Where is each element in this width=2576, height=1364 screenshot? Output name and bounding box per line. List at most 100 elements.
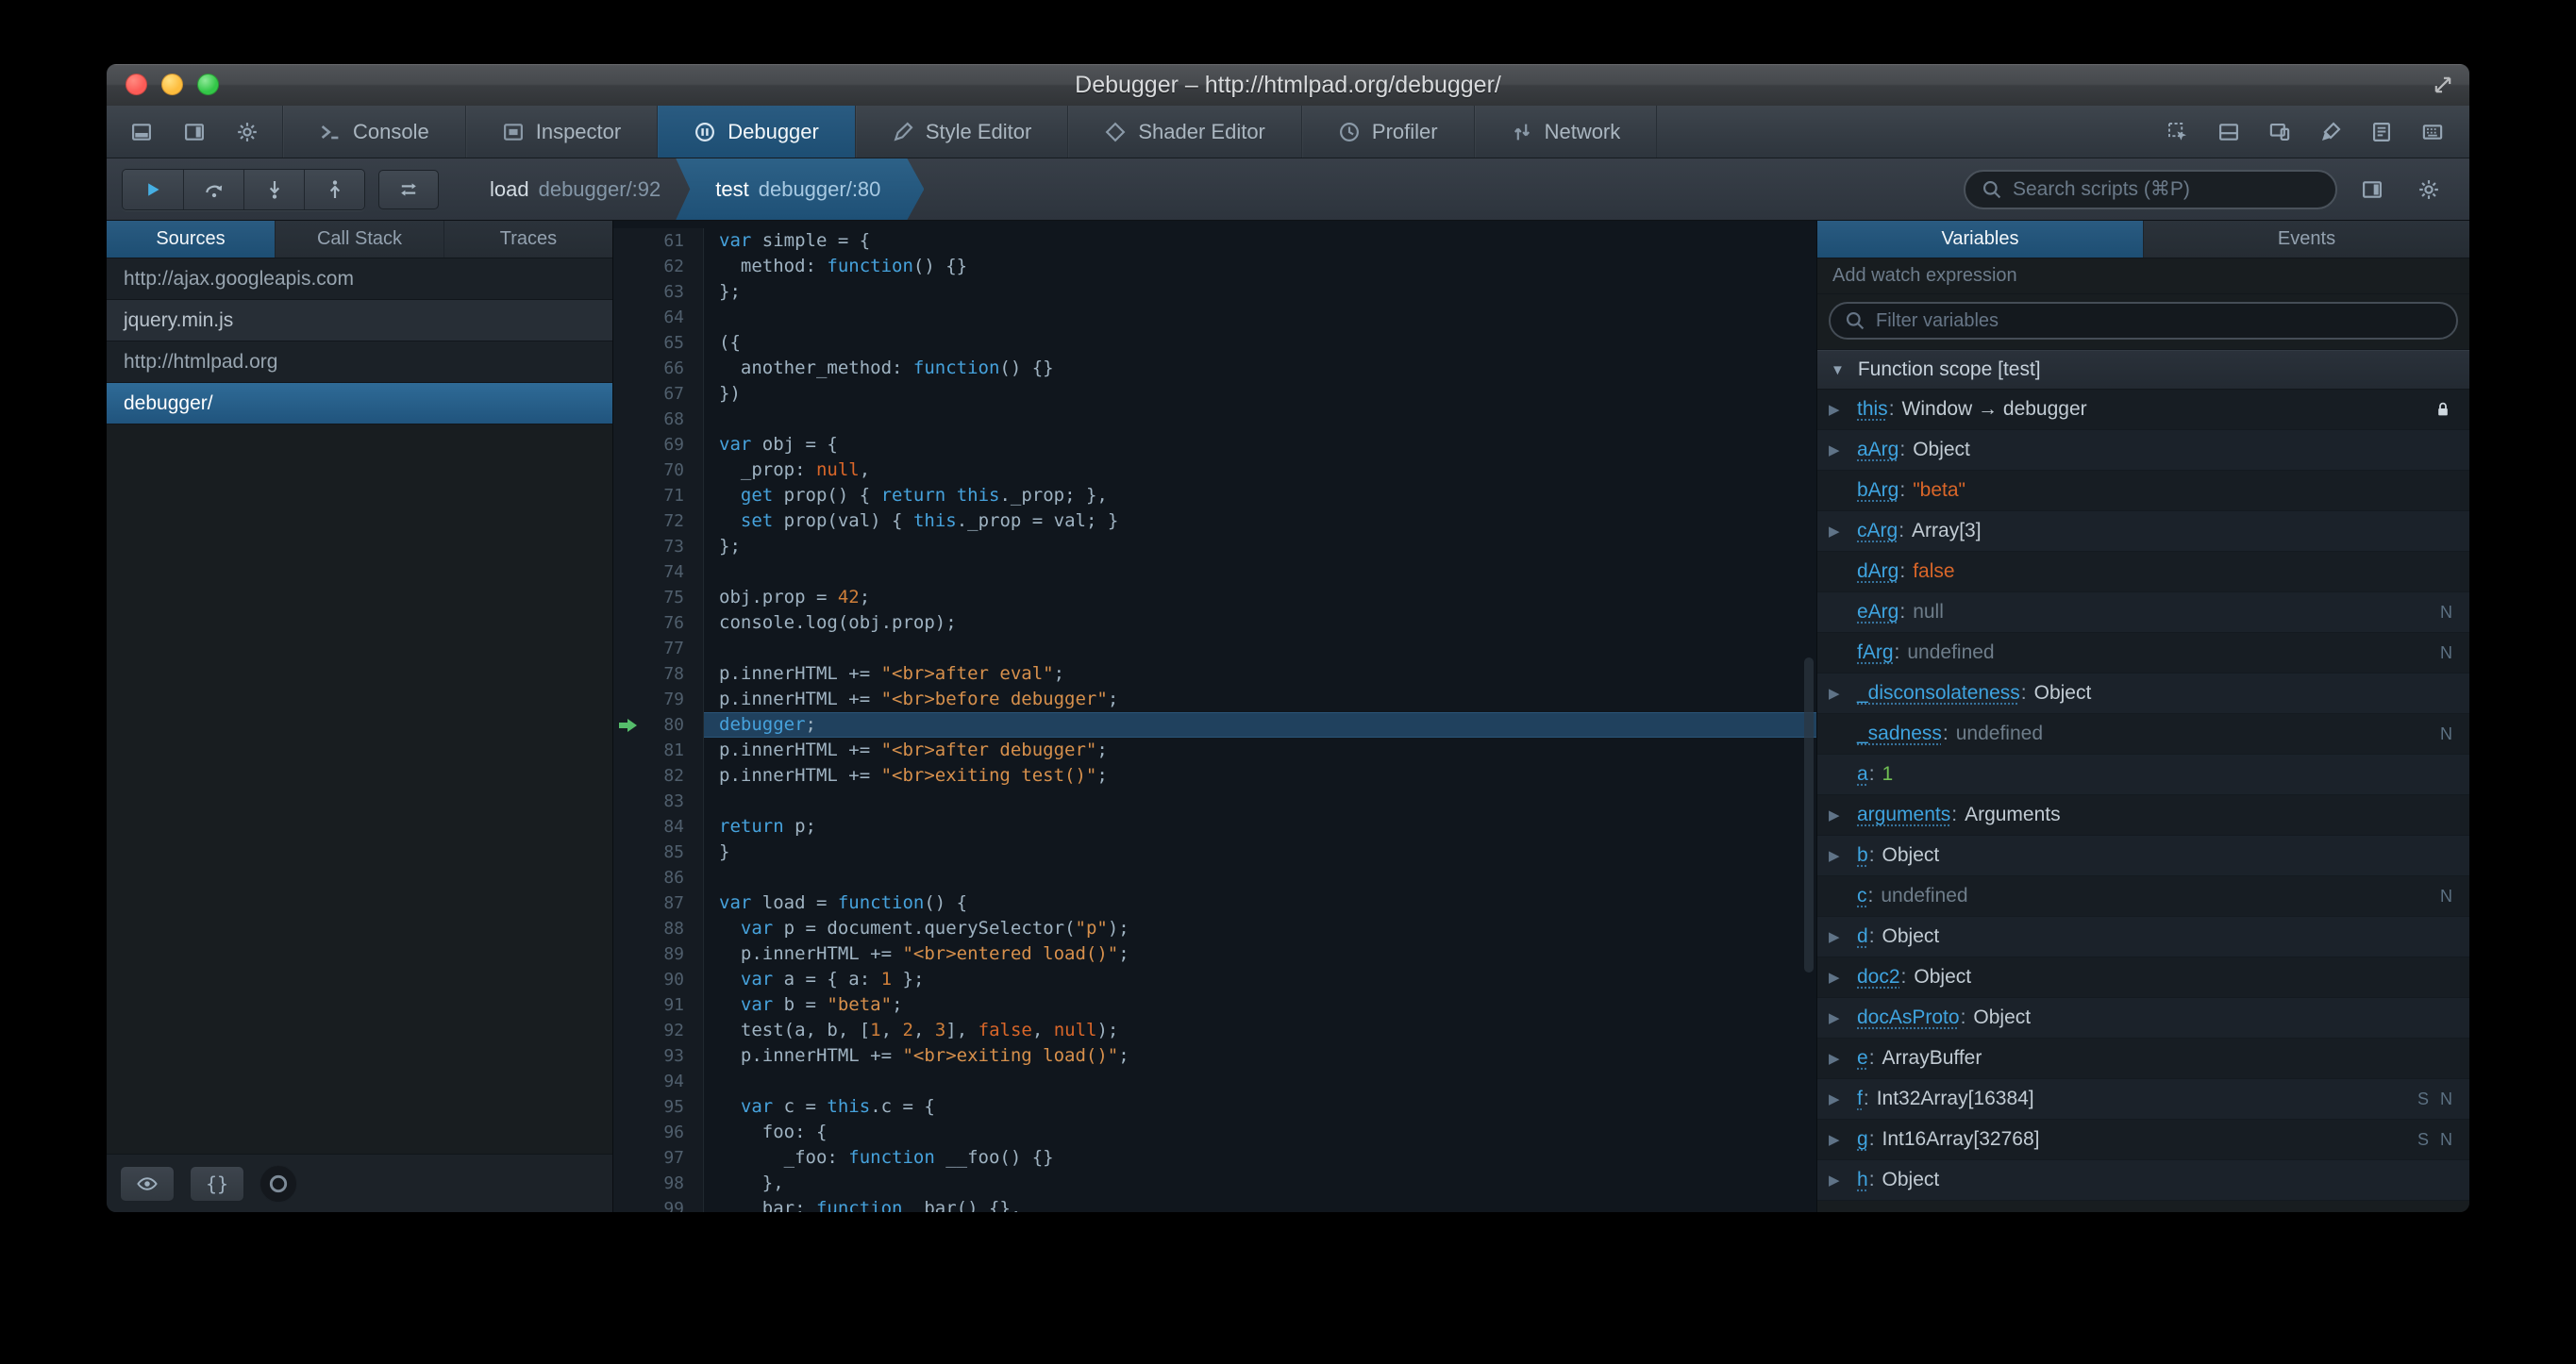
- code-line[interactable]: 77: [613, 636, 1816, 661]
- tab-sources[interactable]: Sources: [107, 221, 275, 258]
- line-number[interactable]: 66: [613, 356, 704, 381]
- line-number[interactable]: 97: [613, 1145, 704, 1171]
- code-line[interactable]: 93 p.innerHTML += "<br>exiting load()";: [613, 1043, 1816, 1069]
- tab-inspector[interactable]: Inspector: [466, 106, 659, 158]
- line-number[interactable]: 96: [613, 1120, 704, 1145]
- code-line[interactable]: 88 var p = document.querySelector("p");: [613, 916, 1816, 941]
- titlebar[interactable]: Debugger – http://htmlpad.org/debugger/: [107, 64, 2469, 106]
- expand-arrow-icon[interactable]: ▶: [1829, 441, 1857, 458]
- line-number[interactable]: 82: [613, 763, 704, 789]
- source-item[interactable]: http://ajax.googleapis.com: [107, 258, 612, 300]
- tab-console[interactable]: Console: [283, 106, 466, 158]
- code-line[interactable]: 72 set prop(val) { this._prop = val; }: [613, 508, 1816, 534]
- line-number[interactable]: 70: [613, 457, 704, 483]
- variable-row[interactable]: ▶ b: Object: [1817, 836, 2469, 876]
- code-line[interactable]: 65 ({: [613, 330, 1816, 356]
- tab-style-editor[interactable]: Style Editor: [856, 106, 1069, 158]
- source-item[interactable]: debugger/: [107, 383, 612, 424]
- line-number[interactable]: 80: [613, 712, 704, 738]
- line-number[interactable]: 90: [613, 967, 704, 992]
- expand-arrow-icon[interactable]: ▶: [1829, 807, 1857, 823]
- code-line[interactable]: 95 var c = this.c = {: [613, 1094, 1816, 1120]
- line-number[interactable]: 64: [613, 305, 704, 330]
- line-number[interactable]: 95: [613, 1094, 704, 1120]
- line-number[interactable]: 69: [613, 432, 704, 457]
- expand-arrow-icon[interactable]: ▶: [1829, 1050, 1857, 1067]
- toggle-panes-button[interactable]: [378, 169, 439, 209]
- code-line[interactable]: 83: [613, 789, 1816, 814]
- code-line[interactable]: 87 var load = function() {: [613, 890, 1816, 916]
- code-line[interactable]: 97 _foo: function __foo() {}: [613, 1145, 1816, 1171]
- variable-row[interactable]: ▶ d: Object: [1817, 917, 2469, 957]
- scrollbar-thumb[interactable]: [1804, 657, 1814, 973]
- variable-row[interactable]: ▶ aArg: Object: [1817, 430, 2469, 471]
- line-number[interactable]: 74: [613, 559, 704, 585]
- line-number[interactable]: 92: [613, 1018, 704, 1043]
- line-number[interactable]: 83: [613, 789, 704, 814]
- line-number[interactable]: 65: [613, 330, 704, 356]
- expand-panes-button[interactable]: [2350, 171, 2394, 208]
- code-line[interactable]: 69 var obj = {: [613, 432, 1816, 457]
- variable-row[interactable]: _sadness: undefined N: [1817, 714, 2469, 755]
- toggle-visibility-button[interactable]: [120, 1165, 175, 1202]
- code-line[interactable]: 64: [613, 305, 1816, 330]
- resume-button[interactable]: [123, 169, 183, 209]
- line-number[interactable]: 63: [613, 279, 704, 305]
- expand-arrow-icon[interactable]: ▶: [1829, 969, 1857, 986]
- zoom-button[interactable]: [197, 74, 219, 95]
- toolbox-options-button[interactable]: [226, 113, 269, 151]
- code-line[interactable]: 70 _prop: null,: [613, 457, 1816, 483]
- prettify-source-button[interactable]: {}: [190, 1165, 244, 1202]
- script-search-input[interactable]: [2013, 177, 2320, 201]
- line-number[interactable]: 79: [613, 687, 704, 712]
- line-number[interactable]: 84: [613, 814, 704, 840]
- filter-variables-input[interactable]: [1876, 309, 2443, 332]
- dock-side-button[interactable]: [173, 113, 216, 151]
- line-number[interactable]: 86: [613, 865, 704, 890]
- responsive-mode-button[interactable]: [2258, 113, 2301, 151]
- dock-bottom-button[interactable]: [120, 113, 163, 151]
- code-line[interactable]: 71 get prop() { return this._prop; },: [613, 483, 1816, 508]
- line-number[interactable]: 78: [613, 661, 704, 687]
- line-number[interactable]: 93: [613, 1043, 704, 1069]
- paint-brush-button[interactable]: [2309, 113, 2352, 151]
- step-over-button[interactable]: [183, 169, 243, 209]
- expand-arrow-icon[interactable]: ▶: [1829, 1090, 1857, 1107]
- code-line[interactable]: 94: [613, 1069, 1816, 1094]
- expand-arrow-icon[interactable]: ▶: [1829, 1172, 1857, 1189]
- code-line[interactable]: 81 p.innerHTML += "<br>after debugger";: [613, 738, 1816, 763]
- close-button[interactable]: [125, 74, 147, 95]
- code-line[interactable]: 66 another_method: function() {}: [613, 356, 1816, 381]
- variable-row[interactable]: dArg: false: [1817, 552, 2469, 592]
- code-line[interactable]: 86: [613, 865, 1816, 890]
- line-number[interactable]: 91: [613, 992, 704, 1018]
- line-number[interactable]: 72: [613, 508, 704, 534]
- line-number[interactable]: 67: [613, 381, 704, 407]
- expand-arrow-icon[interactable]: ▶: [1829, 685, 1857, 702]
- split-console-button[interactable]: [2207, 113, 2250, 151]
- variable-row[interactable]: ▶ arguments: Arguments: [1817, 795, 2469, 836]
- line-number[interactable]: 75: [613, 585, 704, 610]
- line-number[interactable]: 68: [613, 407, 704, 432]
- scope-header[interactable]: ▼ Function scope [test]: [1817, 350, 2469, 390]
- code-line[interactable]: 85}: [613, 840, 1816, 865]
- code-line[interactable]: 80 debugger;: [613, 712, 1816, 738]
- expand-arrow-icon[interactable]: ▶: [1829, 1009, 1857, 1026]
- line-number[interactable]: 71: [613, 483, 704, 508]
- tab-network[interactable]: Network: [1475, 106, 1658, 158]
- line-number[interactable]: 61: [613, 228, 704, 254]
- variable-row[interactable]: ▶ this: Window → debugger: [1817, 390, 2469, 430]
- expand-arrow-icon[interactable]: ▶: [1829, 928, 1857, 945]
- line-number[interactable]: 89: [613, 941, 704, 967]
- resize-icon[interactable]: [2432, 74, 2454, 96]
- code-line[interactable]: 89 p.innerHTML += "<br>entered load()";: [613, 941, 1816, 967]
- variable-row[interactable]: ▶ docAsProto: Object: [1817, 998, 2469, 1039]
- code-line[interactable]: 92 test(a, b, [1, 2, 3], false, null);: [613, 1018, 1816, 1043]
- expand-arrow-icon[interactable]: ▶: [1829, 847, 1857, 864]
- variable-row[interactable]: c: undefined N: [1817, 876, 2469, 917]
- code-line[interactable]: 91 var b = "beta";: [613, 992, 1816, 1018]
- shortcuts-button[interactable]: [2411, 113, 2454, 151]
- code-line[interactable]: 67}): [613, 381, 1816, 407]
- step-in-button[interactable]: [243, 169, 304, 209]
- variable-row[interactable]: eArg: null N: [1817, 592, 2469, 633]
